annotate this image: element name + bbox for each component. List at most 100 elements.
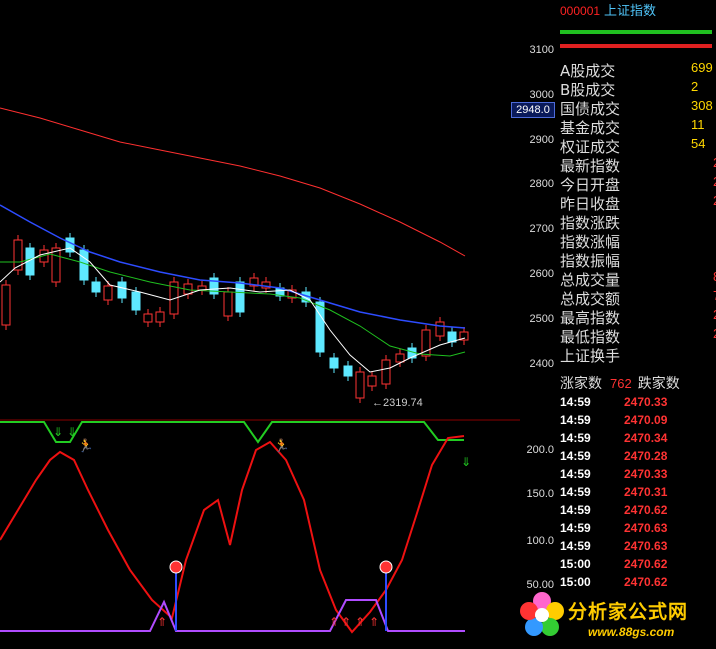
tick-row[interactable]: 15:00 2470.62: [560, 557, 716, 575]
stat-label: 权证成交: [560, 138, 621, 156]
candle-body: [235, 281, 245, 313]
stat-label: 基金成交: [560, 119, 621, 137]
stat-row: 权证成交 54: [560, 136, 716, 156]
buy-arrow-icon: ⇑: [369, 615, 379, 629]
quote-header[interactable]: 000001 上证指数: [560, 0, 716, 19]
runner-icon: 🏃: [274, 438, 290, 454]
tick-time: 14:59: [560, 485, 591, 499]
stat-label: 国债成交: [560, 100, 621, 118]
stat-value: 308: [691, 98, 713, 113]
tick-price: 2470.62: [624, 503, 668, 517]
price-tick: 3000: [529, 89, 554, 101]
price-tick: 2600: [529, 268, 554, 280]
stat-label: 总成交额: [560, 290, 621, 308]
signal-ball-icon: [169, 560, 183, 574]
down-count-label: 跌家数: [637, 376, 680, 392]
watermark-title: 分析家公式网: [568, 601, 689, 623]
tick-row[interactable]: 14:59 2470.63: [560, 539, 716, 557]
stat-row: B股成交 2: [560, 79, 716, 99]
tick-time: 14:59: [560, 521, 591, 535]
stat-label: 指数涨跌: [560, 214, 621, 232]
tick-row[interactable]: 14:59 2470.09: [560, 413, 716, 431]
stat-label: 指数涨幅: [560, 233, 621, 251]
indicator-purple-line: [0, 599, 465, 632]
candle-body: [367, 375, 377, 387]
buy-arrow-icon: ⇑: [157, 615, 167, 629]
stat-row: A股成交 699: [560, 60, 716, 80]
stat-row: 总成交量82: [560, 269, 716, 289]
price-tick: 2800: [529, 178, 554, 190]
watermark-url: www.88gs.com: [588, 625, 675, 639]
candle-body: [315, 301, 325, 353]
candlestick-series: [1, 233, 469, 403]
tick-row[interactable]: 14:59 2470.31: [560, 485, 716, 503]
stat-label: 最新指数: [560, 157, 621, 175]
candle-body: [355, 371, 365, 399]
sell-arrow-icon: ⇓: [67, 425, 77, 439]
low-price-annotation: ←2319.74: [372, 397, 423, 409]
candle-body: [79, 249, 89, 281]
candle-body: [91, 281, 101, 293]
price-tick: 3100: [529, 44, 554, 56]
indicator-red-line: [0, 435, 465, 634]
tick-row[interactable]: 14:59 2470.63: [560, 521, 716, 539]
stat-value: 54: [691, 136, 706, 151]
stat-value: 2: [691, 79, 699, 94]
red-strength-bar: [560, 44, 712, 48]
stat-label: 指数振幅: [560, 252, 621, 270]
stat-row: 上证换手: [560, 345, 716, 365]
stat-row: 指数振幅: [560, 250, 716, 270]
price-tick: 2900: [529, 134, 554, 146]
tick-time: 14:59: [560, 503, 591, 517]
flower-logo-icon: [520, 592, 564, 636]
tick-row[interactable]: 14:59 2470.34: [560, 431, 716, 449]
candle-body: [1, 284, 11, 326]
buy-arrow-icon: ⇑: [329, 615, 339, 629]
buy-arrow-icon: ⇑: [341, 615, 351, 629]
stat-label: 最低指数: [560, 328, 621, 346]
tick-price: 2470.09: [624, 413, 668, 427]
watermark: 分析家公式网 www.88gs.com: [516, 585, 716, 649]
up-count-value: 762: [610, 376, 632, 391]
candle-body: [103, 285, 113, 301]
tick-price: 2470.28: [624, 449, 668, 463]
stat-row: 最新指数2: [560, 155, 716, 175]
tick-price: 2470.62: [624, 557, 668, 571]
tick-price: 2470.63: [624, 521, 668, 535]
tick-time: 14:59: [560, 449, 591, 463]
stat-row: 基金成交 11: [560, 117, 716, 137]
tick-time: 14:59: [560, 413, 591, 427]
stat-row: 最低指数2: [560, 326, 716, 346]
green-strength-bar: [560, 30, 712, 34]
signal-markers: ⇑ ⇑ ⇑ ⇑ ⇑⇓ ⇓⇓🏃 🏃: [53, 425, 471, 631]
candle-body: [143, 313, 153, 323]
stat-value: 699: [691, 60, 713, 75]
tick-row[interactable]: 14:59 2470.62: [560, 503, 716, 521]
sell-arrow-icon: ⇓: [461, 455, 471, 469]
stat-label: 昨日收盘: [560, 195, 621, 213]
indicator-tick: 200.0: [526, 444, 554, 456]
stat-label: 最高指数: [560, 309, 621, 327]
tick-time: 14:59: [560, 539, 591, 553]
tick-time: 15:00: [560, 557, 591, 571]
tick-time: 14:59: [560, 467, 591, 481]
stat-label: 总成交量: [560, 271, 621, 289]
sell-arrow-icon: ⇓: [53, 425, 63, 439]
tick-row[interactable]: 14:59 2470.33: [560, 395, 716, 413]
stat-label: A股成交: [560, 62, 616, 80]
tick-time: 14:59: [560, 431, 591, 445]
candle-body: [395, 353, 405, 363]
stat-row: 今日开盘2: [560, 174, 716, 194]
stat-value: 11: [691, 117, 705, 132]
current-price-tag: 2948.0: [511, 102, 555, 118]
stat-row: 昨日收盘2: [560, 193, 716, 213]
tick-row[interactable]: 14:59 2470.33: [560, 467, 716, 485]
stock-code: 000001: [560, 4, 601, 18]
quote-bars: [560, 30, 716, 52]
candle-body: [131, 291, 141, 311]
indicator-tick: 100.0: [526, 535, 554, 547]
tick-row[interactable]: 14:59 2470.28: [560, 449, 716, 467]
candle-body: [155, 311, 165, 323]
indicator-tick: 150.0: [526, 488, 554, 500]
stat-row: 最高指数2: [560, 307, 716, 327]
